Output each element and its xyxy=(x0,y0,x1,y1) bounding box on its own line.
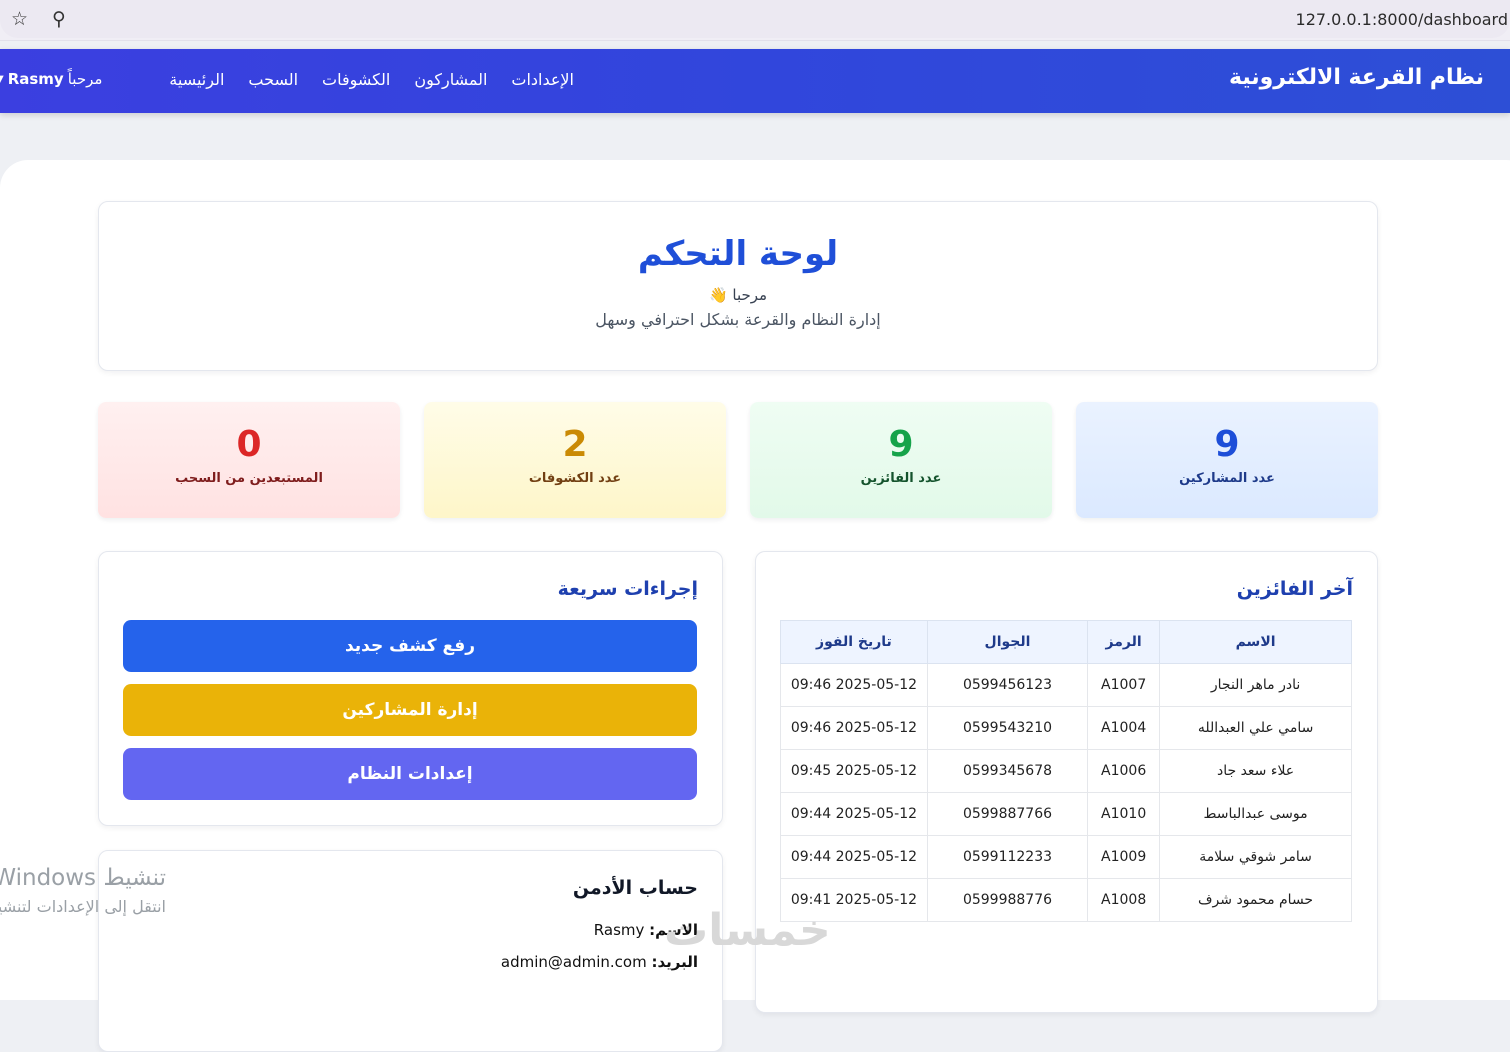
user-name: Rasmy xyxy=(7,70,64,88)
stat-card-excluded: 0 المستبعدين من السحب xyxy=(98,402,400,518)
cell-date: 2025-05-12 09:44 xyxy=(780,835,928,879)
stat-value: 0 xyxy=(236,424,262,465)
quick-actions-card: إجراءات سريعة رفع كشف جديد إدارة المشارك… xyxy=(98,551,723,826)
zoom-icon[interactable]: ⚲ xyxy=(52,8,66,30)
table-row: حسام محمود شرف A1008 0599988776 2025-05-… xyxy=(780,878,1352,922)
user-menu[interactable]: مرحباً Rasmy ▼ xyxy=(0,70,102,88)
stat-label: المستبعدين من السحب xyxy=(175,471,323,486)
quick-actions-title: إجراءات سريعة xyxy=(557,578,698,600)
user-greeting: مرحباً xyxy=(67,70,103,88)
cell-code: A1007 xyxy=(1087,663,1161,707)
latest-winners-title: آخر الفائزين xyxy=(1236,578,1353,600)
cell-name: حسام محمود شرف xyxy=(1159,878,1352,922)
table-row: علاء سعد جاد A1006 0599345678 2025-05-12… xyxy=(780,749,1352,793)
admin-account-card: حساب الأدمن الاسم: Rasmy البريد: admin@a… xyxy=(98,850,723,1052)
nav-links: الرئيسية السحب الكشوفات المشاركون الإعدا… xyxy=(169,70,574,89)
table-row: سامر شوقي سلامة A1009 0599112233 2025-05… xyxy=(780,835,1352,879)
cell-phone: 0599345678 xyxy=(926,749,1089,793)
stat-label: عدد الكشوفات xyxy=(528,471,622,486)
table-header-row: الاسم الرمز الجوال تاريخ الفوز xyxy=(780,620,1352,664)
address-bar[interactable] xyxy=(0,0,1510,38)
stat-value: 9 xyxy=(888,424,914,465)
stat-card-sheets: 2 عدد الكشوفات xyxy=(424,402,726,518)
site-logo-watermark: خمسات xyxy=(664,905,831,956)
nav-link-settings[interactable]: الإعدادات xyxy=(511,70,574,89)
nav-link-sheets[interactable]: الكشوفات xyxy=(322,70,390,89)
cell-date: 2025-05-12 09:44 xyxy=(780,792,928,836)
cell-name: سامي علي العبدالله xyxy=(1159,706,1352,750)
cell-name: سامر شوقي سلامة xyxy=(1159,835,1352,879)
cell-name: علاء سعد جاد xyxy=(1159,749,1352,793)
cell-phone: 0599456123 xyxy=(926,663,1089,707)
browser-toolbar: ☆ ⚲ 127.0.0.1:8000/dashboard xyxy=(0,0,1510,41)
activation-title: تنشيط Windows xyxy=(0,865,166,891)
table-row: موسى عبدالباسط A1010 0599887766 2025-05-… xyxy=(780,792,1352,836)
column-header-date: تاريخ الفوز xyxy=(780,620,928,664)
column-header-code: الرمز xyxy=(1087,620,1161,664)
cell-code: A1006 xyxy=(1087,749,1161,793)
dashboard-header-card: لوحة التحكم مرحبا 👋 إدارة النظام والقرعة… xyxy=(98,201,1378,371)
cell-name: نادر ماهر النجار xyxy=(1159,663,1352,707)
winners-table: الاسم الرمز الجوال تاريخ الفوز نادر ماهر… xyxy=(780,620,1352,922)
page-title: لوحة التحكم xyxy=(637,234,839,274)
welcome-text: مرحبا 👋 xyxy=(708,286,768,304)
caret-down-icon: ▼ xyxy=(0,74,4,85)
nav-link-draw[interactable]: السحب xyxy=(248,70,298,89)
admin-email-value: admin@admin.com xyxy=(500,953,647,971)
stat-card-participants: 9 عدد المشاركين xyxy=(1076,402,1378,518)
stat-card-winners: 9 عدد الفائزين xyxy=(750,402,1052,518)
cell-date: 2025-05-12 09:46 xyxy=(780,706,928,750)
system-settings-button[interactable]: إعدادات النظام xyxy=(123,748,697,800)
cell-code: A1010 xyxy=(1087,792,1161,836)
stat-label: عدد الفائزين xyxy=(860,471,942,486)
cell-phone: 0599988776 xyxy=(926,878,1089,922)
cell-date: 2025-05-12 09:46 xyxy=(780,663,928,707)
navbar: نظام القرعة الالكترونية الرئيسية السحب ا… xyxy=(0,49,1510,113)
admin-account-title: حساب الأدمن xyxy=(572,877,698,899)
cell-code: A1008 xyxy=(1087,878,1161,922)
cell-phone: 0599543210 xyxy=(926,706,1089,750)
cell-code: A1004 xyxy=(1087,706,1161,750)
subtitle-text: إدارة النظام والقرعة بشكل احترافي وسهل xyxy=(595,310,881,329)
nav-link-participants[interactable]: المشاركون xyxy=(414,70,487,89)
windows-activation-watermark: تنشيط Windows انتقل إلى الإعدادات لتنشيط xyxy=(0,865,166,916)
manage-participants-button[interactable]: إدارة المشاركين xyxy=(123,684,697,736)
activation-hint: انتقل إلى الإعدادات لتنشيط xyxy=(0,897,166,916)
latest-winners-card: آخر الفائزين الاسم الرمز الجوال تاريخ ال… xyxy=(755,551,1378,1013)
nav-link-home[interactable]: الرئيسية xyxy=(169,70,224,89)
table-row: نادر ماهر النجار A1007 0599456123 2025-0… xyxy=(780,663,1352,707)
upload-sheet-button[interactable]: رفع كشف جديد xyxy=(123,620,697,672)
cell-date: 2025-05-12 09:45 xyxy=(780,749,928,793)
column-header-phone: الجوال xyxy=(926,620,1089,664)
star-icon[interactable]: ☆ xyxy=(11,8,28,30)
brand-title[interactable]: نظام القرعة الالكترونية xyxy=(1229,65,1484,90)
stat-value: 9 xyxy=(1214,424,1240,465)
main-content: لوحة التحكم مرحبا 👋 إدارة النظام والقرعة… xyxy=(0,160,1510,1052)
cell-phone: 0599887766 xyxy=(926,792,1089,836)
cell-code: A1009 xyxy=(1087,835,1161,879)
cell-name: موسى عبدالباسط xyxy=(1159,792,1352,836)
column-header-name: الاسم xyxy=(1159,620,1352,664)
admin-name-value: Rasmy xyxy=(593,921,645,939)
stat-value: 2 xyxy=(562,424,588,465)
stat-label: عدد المشاركين xyxy=(1179,471,1275,486)
url-text[interactable]: 127.0.0.1:8000/dashboard xyxy=(1296,10,1508,29)
cell-phone: 0599112233 xyxy=(926,835,1089,879)
table-row: سامي علي العبدالله A1004 0599543210 2025… xyxy=(780,706,1352,750)
